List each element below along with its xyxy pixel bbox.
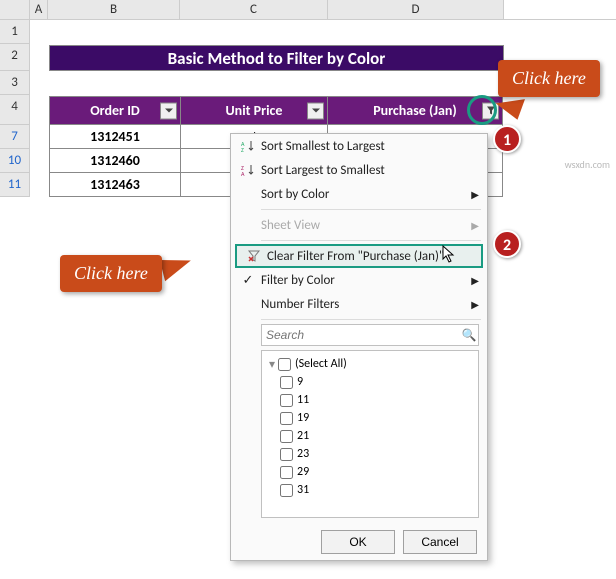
corner-cell[interactable] <box>0 0 30 19</box>
mouse-cursor-icon <box>442 245 458 268</box>
row-head-11[interactable]: 11 <box>0 173 30 197</box>
dropdown-icon <box>311 106 321 116</box>
row-head-7[interactable]: 7 <box>0 125 30 149</box>
tree-label: 31 <box>297 483 309 497</box>
col-head-b[interactable]: B <box>48 0 180 19</box>
cell-order-id[interactable]: 1312463 <box>50 173 181 197</box>
clear-filter-icon <box>241 249 267 263</box>
callout-click-here-2: Click here <box>60 255 162 292</box>
menu-sort-asc[interactable]: AZ Sort Smallest to Largest <box>231 134 487 158</box>
svg-text:A: A <box>241 170 245 177</box>
callout-tail <box>160 253 194 282</box>
menu-sort-desc-label: Sort Largest to Smallest <box>261 163 479 178</box>
checkbox[interactable] <box>280 394 293 407</box>
tree-item[interactable]: 31 <box>266 481 474 499</box>
row-head-1[interactable]: 1 <box>0 20 30 44</box>
menu-sort-asc-label: Sort Smallest to Largest <box>261 139 479 154</box>
header-purchase-label: Purchase (Jan) <box>373 102 457 119</box>
row-head-10[interactable]: 10 <box>0 149 30 173</box>
column-headers: A B C D <box>0 0 616 20</box>
tree-toggle-icon[interactable]: ▾ <box>266 357 278 372</box>
checkbox[interactable] <box>280 484 293 497</box>
checkbox[interactable] <box>280 412 293 425</box>
sort-asc-icon: AZ <box>235 139 261 153</box>
header-order-id-label: Order ID <box>90 102 140 119</box>
chevron-right-icon: ▶ <box>471 188 479 201</box>
row-headers: 1 2 3 4 7 10 11 <box>0 20 30 197</box>
filter-values-tree[interactable]: ▾ (Select All) 9 11 19 21 23 29 31 <box>261 350 479 518</box>
checkmark-icon: ✓ <box>235 273 261 288</box>
tree-label: 21 <box>297 429 309 443</box>
row-head-2[interactable]: 2 <box>0 44 30 71</box>
checkbox[interactable] <box>280 376 293 389</box>
tree-item-select-all[interactable]: ▾ (Select All) <box>266 355 474 373</box>
svg-text:Z: Z <box>241 146 244 153</box>
watermark: wsxdn.com <box>565 158 610 171</box>
menu-filter-by-color[interactable]: ✓ Filter by Color ▶ <box>231 268 487 292</box>
step-badge-2: 2 <box>493 230 521 258</box>
col-head-a[interactable]: A <box>30 0 48 19</box>
header-unit-price: Unit Price <box>181 97 328 125</box>
search-input[interactable] <box>262 328 460 342</box>
tree-item[interactable]: 29 <box>266 463 474 481</box>
cell-order-id[interactable]: 1312451 <box>50 125 181 149</box>
tree-label: 29 <box>297 465 309 479</box>
menu-sort-by-color-label: Sort by Color <box>261 187 471 202</box>
tree-item[interactable]: 21 <box>266 427 474 445</box>
checkbox[interactable] <box>280 430 293 443</box>
cancel-button[interactable]: Cancel <box>403 530 477 554</box>
menu-separator <box>261 319 481 320</box>
tree-label: 19 <box>297 411 309 425</box>
col-head-c[interactable]: C <box>180 0 328 19</box>
menu-sheet-view-label: Sheet View <box>261 218 471 233</box>
menu-number-filters[interactable]: Number Filters ▶ <box>231 292 487 316</box>
chevron-right-icon: ▶ <box>471 274 479 287</box>
dropdown-icon <box>164 106 174 116</box>
menu-filter-by-color-label: Filter by Color <box>261 273 471 288</box>
tree-item[interactable]: 9 <box>266 373 474 391</box>
tree-item[interactable]: 23 <box>266 445 474 463</box>
chevron-right-icon: ▶ <box>471 298 479 311</box>
cell-order-id[interactable]: 1312460 <box>50 149 181 173</box>
menu-sort-desc[interactable]: ZA Sort Largest to Smallest <box>231 158 487 182</box>
menu-separator <box>261 240 481 241</box>
step-badge-1: 1 <box>493 125 521 153</box>
callout-click-here-1: Click here <box>498 60 600 97</box>
checkbox[interactable] <box>280 448 293 461</box>
tree-label: (Select All) <box>295 357 347 371</box>
header-unit-price-label: Unit Price <box>226 102 283 119</box>
header-order-id: Order ID <box>50 97 181 125</box>
filter-button-unit-price[interactable] <box>307 102 324 119</box>
tree-item[interactable]: 11 <box>266 391 474 409</box>
sort-desc-icon: ZA <box>235 163 261 177</box>
menu-sheet-view: Sheet View ▶ <box>231 213 487 237</box>
ok-button[interactable]: OK <box>321 530 395 554</box>
menu-separator <box>261 209 481 210</box>
annotation-circle <box>467 95 497 125</box>
row-head-4[interactable]: 4 <box>0 95 30 125</box>
row-head-3[interactable]: 3 <box>0 71 30 95</box>
menu-sort-by-color[interactable]: Sort by Color ▶ <box>231 182 487 206</box>
checkbox[interactable] <box>278 358 291 371</box>
checkbox[interactable] <box>280 466 293 479</box>
dialog-buttons: OK Cancel <box>231 524 487 554</box>
search-icon: 🔍 <box>460 328 478 343</box>
col-head-d[interactable]: D <box>328 0 504 19</box>
filter-context-menu: AZ Sort Smallest to Largest ZA Sort Larg… <box>230 133 488 561</box>
tree-label: 11 <box>297 393 309 407</box>
tree-item[interactable]: 19 <box>266 409 474 427</box>
tree-label: 9 <box>297 375 303 389</box>
chevron-right-icon: ▶ <box>471 219 479 232</box>
menu-number-filters-label: Number Filters <box>261 297 471 312</box>
tree-label: 23 <box>297 447 309 461</box>
filter-button-order-id[interactable] <box>160 102 177 119</box>
filter-search-box[interactable]: 🔍 <box>261 324 479 346</box>
table-header-row: Order ID Unit Price Purchase (Jan) <box>50 97 503 125</box>
title-cell: Basic Method to Filter by Color <box>49 45 504 71</box>
